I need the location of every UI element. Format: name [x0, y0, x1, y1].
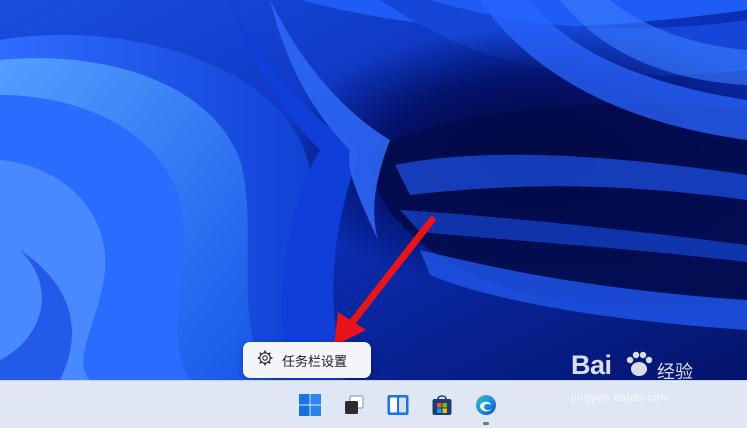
- taskbar-context-menu: 任务栏设置: [243, 342, 371, 378]
- store-icon[interactable]: [428, 391, 456, 419]
- widgets-icon[interactable]: [384, 391, 412, 419]
- running-indicator: [483, 422, 489, 425]
- watermark-url: jingyan.baidu.com: [571, 392, 670, 404]
- menu-item-taskbar-settings[interactable]: 任务栏设置: [257, 350, 347, 370]
- windows-start-icon[interactable]: [296, 391, 324, 419]
- desktop-wallpaper: [0, 0, 747, 380]
- watermark-suffix: 经验: [657, 362, 693, 383]
- menu-item-label: 任务栏设置: [282, 354, 348, 370]
- watermark-logo-text: Bai: [571, 350, 612, 380]
- edge-icon[interactable]: [472, 391, 500, 425]
- paw-icon: [626, 351, 653, 376]
- gear-icon: [257, 350, 273, 370]
- task-view-icon[interactable]: [340, 391, 368, 419]
- baidu-jingyan-watermark: Bai 经验 jingyan.baidu.com: [571, 348, 721, 412]
